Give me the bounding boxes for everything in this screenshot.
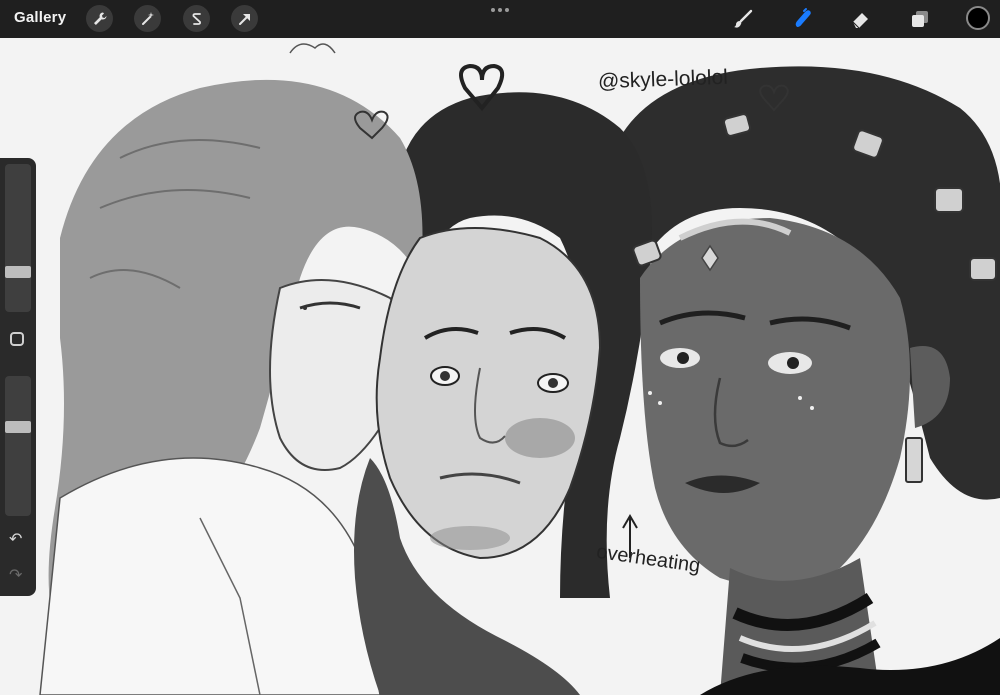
gallery-button[interactable]: Gallery: [14, 9, 66, 26]
brush-size-thumb[interactable]: [5, 266, 31, 278]
drawing-canvas[interactable]: @skyle-lololol overheating: [0, 38, 1000, 695]
opacity-thumb[interactable]: [5, 420, 31, 433]
brush-size-slider[interactable]: [5, 164, 31, 312]
brush-icon[interactable]: [730, 6, 756, 32]
top-toolbar: Gallery: [0, 0, 1000, 38]
wrench-icon[interactable]: [86, 5, 113, 32]
selection-s-icon[interactable]: [183, 5, 210, 32]
artwork-illustration: [0, 38, 1000, 695]
transform-arrow-icon[interactable]: [231, 5, 258, 32]
redo-icon[interactable]: ↷: [9, 568, 22, 584]
left-sidebar: ↶ ↷: [0, 158, 36, 596]
undo-icon[interactable]: ↶: [9, 532, 22, 548]
layers-icon[interactable]: [907, 6, 933, 32]
smudge-icon[interactable]: [790, 6, 816, 32]
artist-handle-text: @skyle-lololol: [597, 65, 729, 94]
more-options-icon[interactable]: [491, 8, 509, 12]
opacity-slider[interactable]: [5, 376, 31, 516]
modify-square-icon[interactable]: [10, 332, 24, 346]
eraser-icon[interactable]: [848, 6, 874, 32]
magic-wand-icon[interactable]: [134, 5, 161, 32]
color-picker-swatch[interactable]: [966, 6, 990, 30]
